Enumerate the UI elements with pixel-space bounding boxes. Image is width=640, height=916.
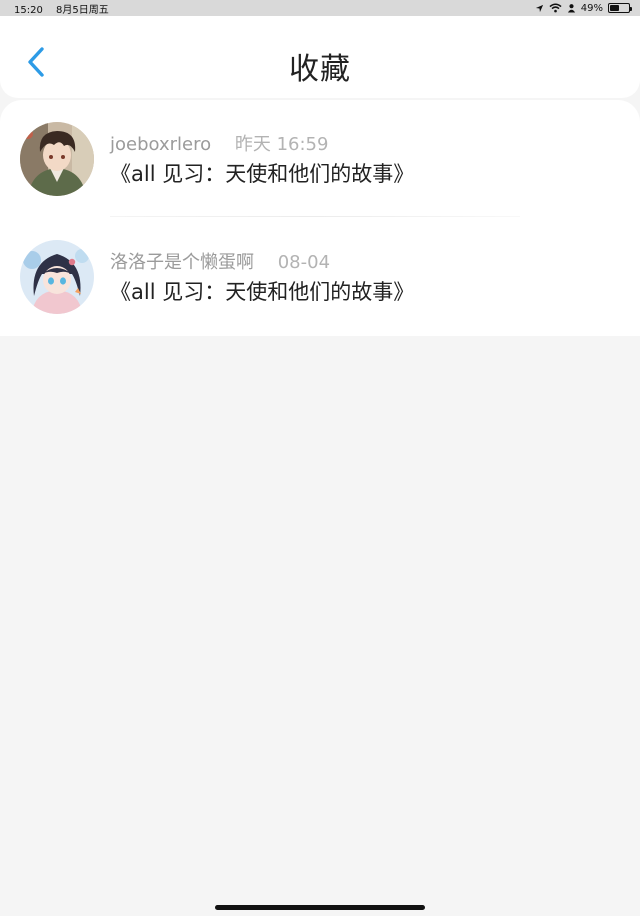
battery-percent: 49%: [580, 2, 603, 14]
item-meta: joeboxrlero 昨天 16:59: [110, 130, 328, 156]
username: joeboxrlero: [110, 134, 212, 155]
page-title: 收藏: [289, 52, 351, 87]
favorite-item-2[interactable]: 洛洛子是个懒蛋啊 08-04 《all 见习：天使和他们的故事》: [0, 218, 640, 336]
username: 洛洛子是个懒蛋啊: [110, 252, 254, 273]
status-date: 8月5日周五: [56, 4, 109, 16]
timestamp: 08-04: [277, 252, 331, 273]
favorites-list: joeboxrlero 昨天 16:59 《all 见习：天使和他们的故事》 洛: [0, 100, 640, 336]
favorite-title[interactable]: 《all 见习：天使和他们的故事》: [110, 158, 414, 188]
status-time: 15:20: [14, 4, 43, 16]
status-bar: 15:20 8月5日周五 49%: [0, 0, 640, 16]
status-left: 15:20 8月5日周五: [14, 1, 119, 16]
battery-icon: [608, 3, 632, 13]
favorite-title[interactable]: 《all 见习：天使和他们的故事》: [110, 276, 414, 306]
location-icon: [535, 4, 544, 13]
home-indicator[interactable]: [215, 905, 425, 910]
avatar[interactable]: [20, 122, 94, 196]
person-icon: [567, 3, 576, 13]
item-meta: 洛洛子是个懒蛋啊 08-04: [110, 248, 330, 274]
timestamp: 昨天 16:59: [234, 134, 329, 155]
navigation-bar: 收藏: [0, 16, 640, 98]
status-right: 49%: [535, 2, 632, 14]
divider: [110, 216, 520, 217]
avatar[interactable]: [20, 240, 94, 314]
favorite-item-1[interactable]: joeboxrlero 昨天 16:59 《all 见习：天使和他们的故事》: [0, 100, 640, 218]
battery-level: [610, 5, 619, 11]
wifi-icon: [549, 3, 562, 13]
